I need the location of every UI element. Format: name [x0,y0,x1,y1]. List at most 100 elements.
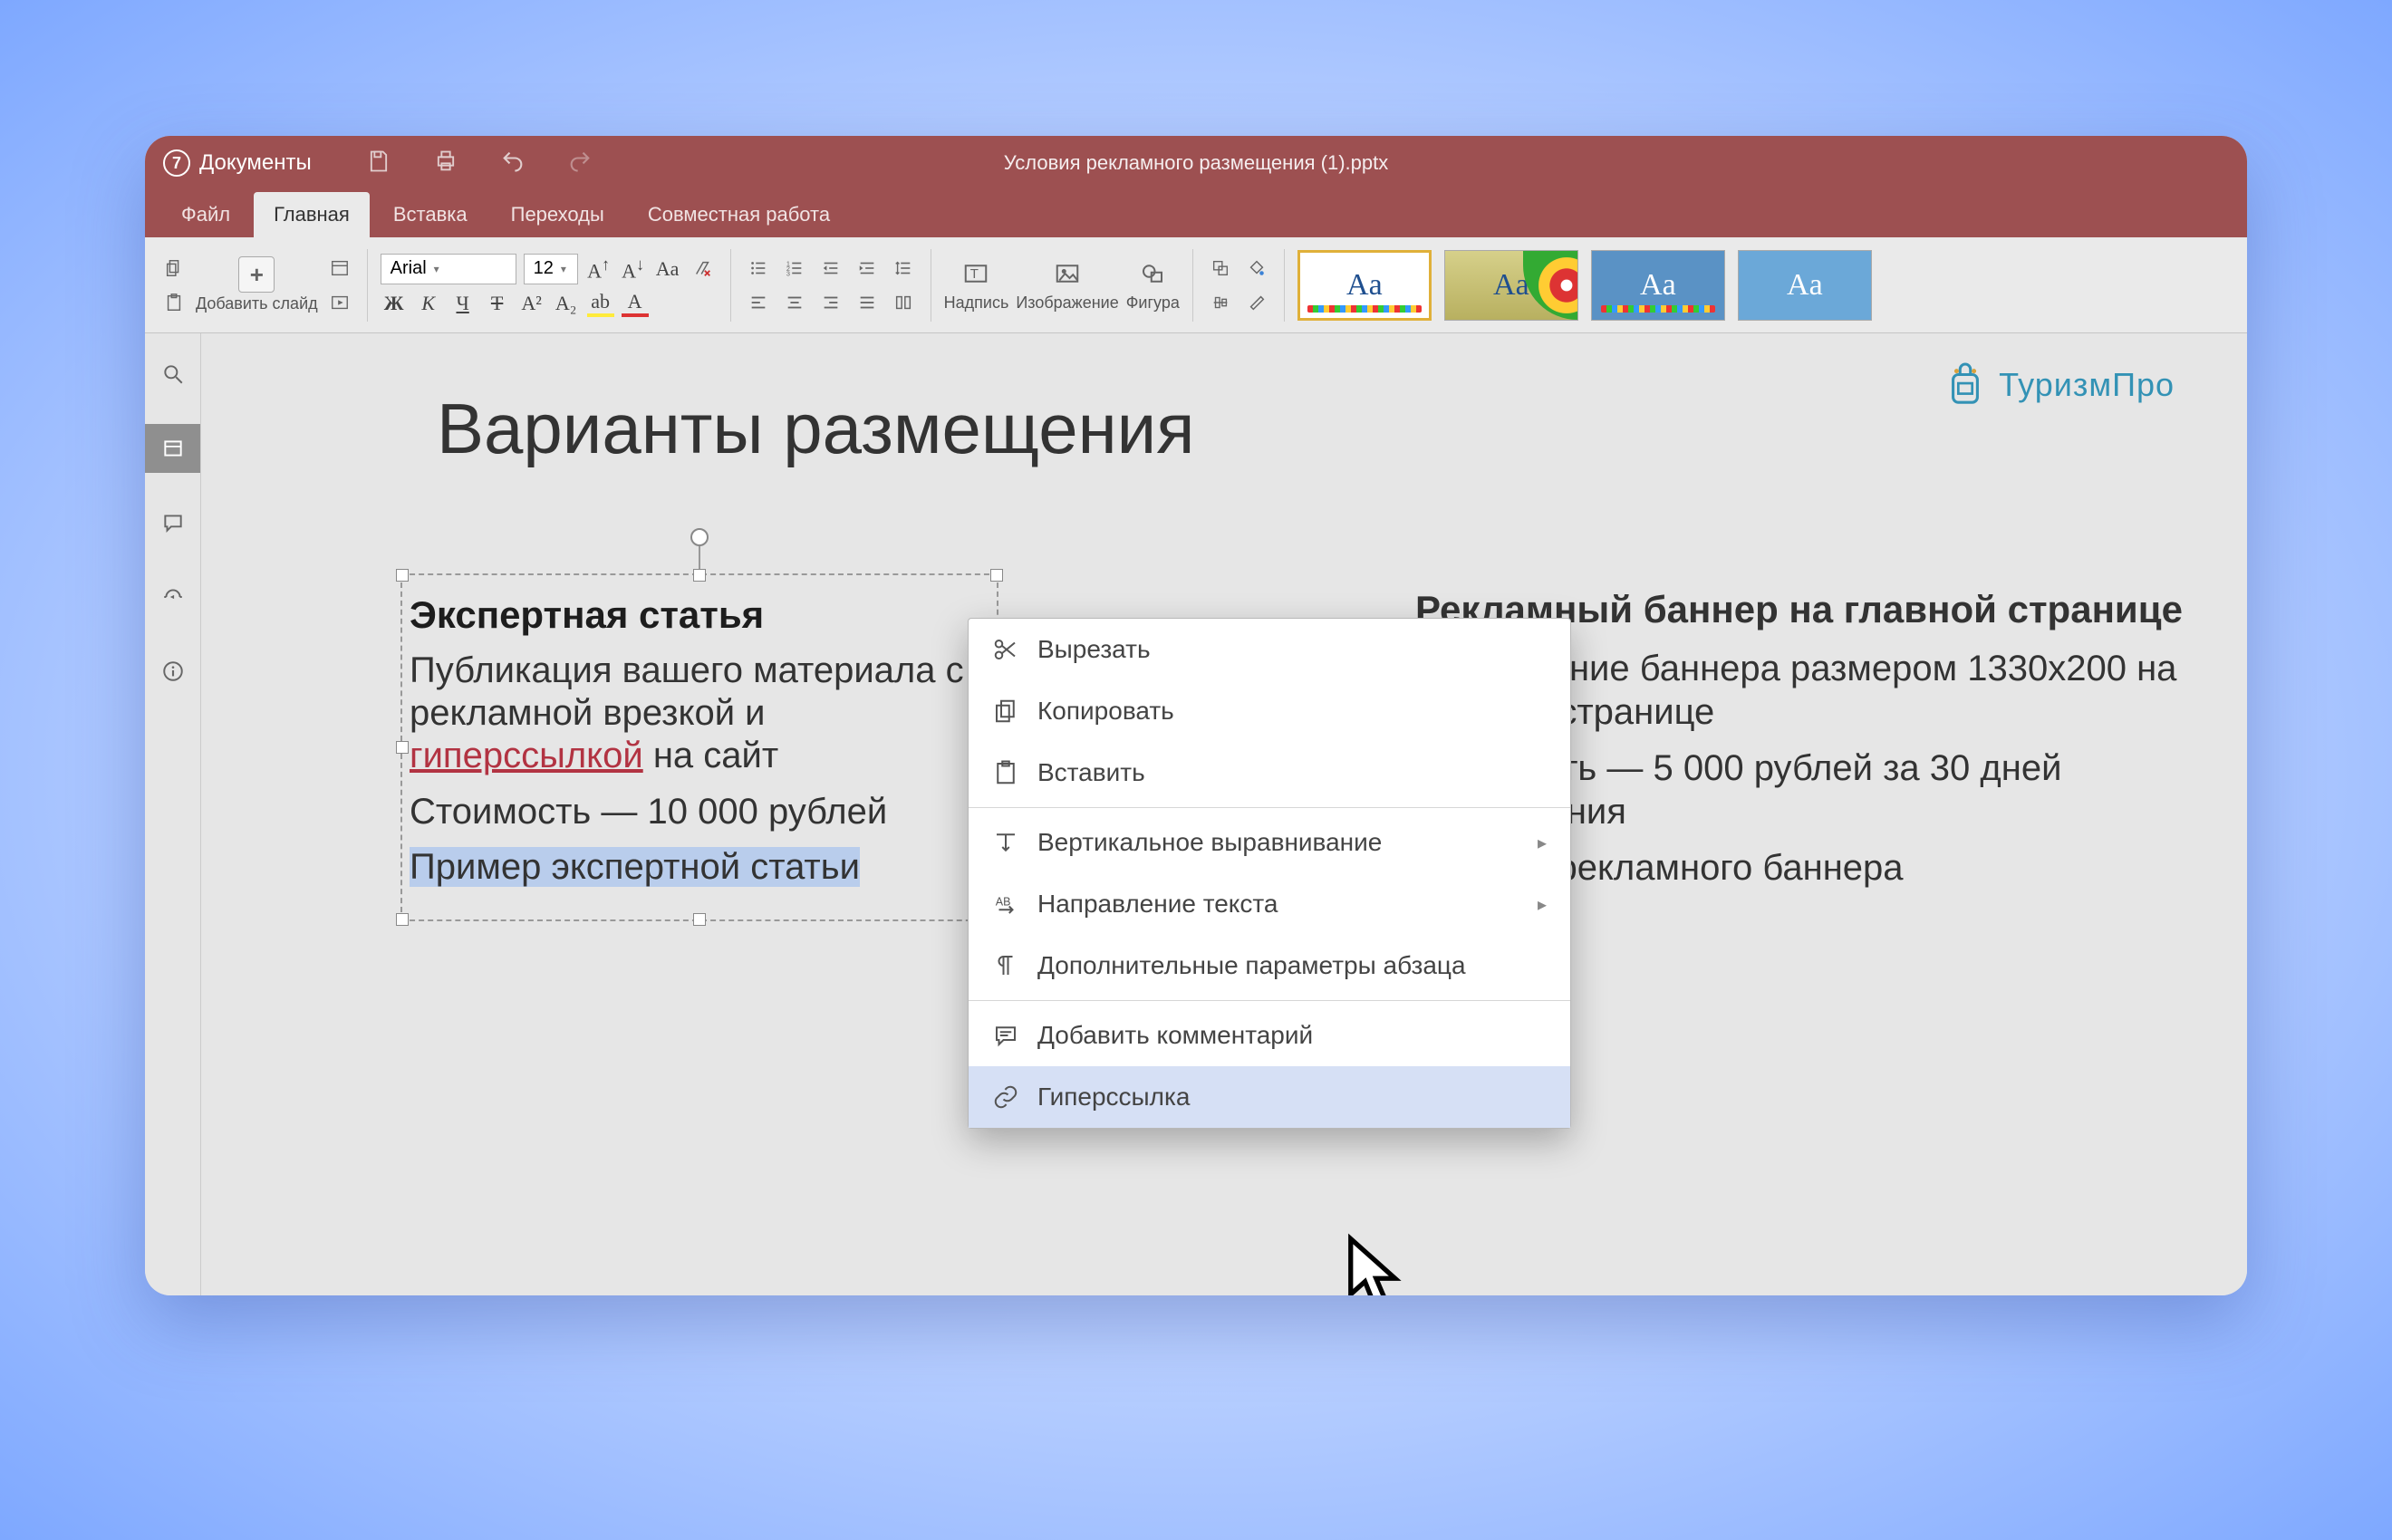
slide-brand-logo: ТуризмПро [1944,361,2175,409]
theme-thumb-1[interactable]: Aa [1297,250,1432,321]
sidebar-slides[interactable] [145,424,200,473]
ctx-vertical-align[interactable]: Вертикальное выравнивание ▸ [969,812,1570,873]
save-icon[interactable] [366,149,391,178]
ctx-paste[interactable]: Вставить [969,742,1570,804]
numbering-icon[interactable]: 123 [780,254,809,283]
font-size-select[interactable]: 12▾ [524,254,578,284]
decrease-font-icon[interactable]: A↓ [620,255,647,283]
sidebar-search[interactable] [145,350,200,399]
sidebar-comments[interactable] [145,498,200,547]
pilcrow-icon [992,952,1019,979]
underline-button[interactable]: Ч [449,292,477,315]
subscript-button[interactable]: A₂ [553,292,580,315]
resize-handle-ml[interactable] [396,741,409,754]
font-color-button[interactable]: A [622,290,649,317]
shape-fill-icon[interactable] [1242,254,1271,283]
columns-icon[interactable] [889,288,918,317]
resize-handle-bm[interactable] [693,913,706,926]
resize-handle-tr[interactable] [990,569,1003,582]
copy-icon[interactable] [159,254,188,283]
rotate-handle[interactable] [690,528,709,546]
chevron-right-icon: ▸ [1538,893,1547,916]
align-right-icon[interactable] [816,288,845,317]
brand-name: ТуризмПро [1999,366,2175,404]
bullets-icon[interactable] [744,254,773,283]
leftbox-heading: Экспертная статья [410,593,989,637]
app-logo-icon: 7 [163,149,190,177]
align-left-icon[interactable] [744,288,773,317]
resize-handle-tm[interactable] [693,569,706,582]
add-slide-button[interactable]: + Добавить слайд [196,256,318,313]
print-icon[interactable] [433,149,458,178]
resize-handle-bl[interactable] [396,913,409,926]
cursor-arrow-icon [1343,1233,1406,1295]
app-label: Документы [199,150,312,176]
textbox-label: Надпись [944,294,1009,313]
image-button[interactable]: Изображение [1016,257,1118,313]
tab-insert[interactable]: Вставка [373,192,487,237]
bold-button[interactable]: Ж [381,292,408,315]
line-spacing-icon[interactable] [889,254,918,283]
align-objects-icon[interactable] [1206,288,1235,317]
increase-indent-icon[interactable] [853,254,882,283]
align-center-icon[interactable] [780,288,809,317]
svg-text:3: 3 [786,269,789,277]
decrease-indent-icon[interactable] [816,254,845,283]
app-brand[interactable]: 7 Документы [163,149,312,177]
italic-button[interactable]: К [415,292,442,315]
resize-handle-tl[interactable] [396,569,409,582]
paste-icon[interactable] [159,288,188,317]
theme-thumb-2[interactable]: Aa [1444,250,1578,321]
backpack-icon [1944,361,1986,409]
document-title: Условия рекламного размещения (1).pptx [1004,151,1388,175]
undo-icon[interactable] [500,149,526,178]
ctx-paragraph-options[interactable]: Дополнительные параметры абзаца [969,935,1570,996]
slide-canvas[interactable]: ТуризмПро Варианты размещения Экспертная… [201,333,2247,1295]
scissors-icon [992,636,1019,663]
highlight-button[interactable]: ab [587,290,614,317]
svg-text:T: T [970,266,979,282]
sidebar-info[interactable] [145,647,200,696]
tab-transitions[interactable]: Переходы [491,192,624,237]
shape-outline-icon[interactable] [1242,288,1271,317]
comment-icon [992,1022,1019,1049]
sidebar-present[interactable] [145,573,200,621]
context-menu: Вырезать Копировать Вставить Вертикально… [968,618,1571,1129]
copy-menu-icon [992,698,1019,725]
tab-file[interactable]: Файл [161,192,250,237]
ctx-copy[interactable]: Копировать [969,680,1570,742]
shape-button[interactable]: Фигура [1126,257,1180,313]
tab-home[interactable]: Главная [254,192,370,237]
font-name-select[interactable]: Arial▾ [381,254,516,284]
leftbox-p3: Пример экспертной статьи [410,846,989,889]
image-label: Изображение [1016,294,1118,313]
text-direction-icon: AB [992,890,1019,918]
ribbon: + Добавить слайд Arial▾ 12▾ A↑ A↓ Aa Ж К… [145,237,2247,333]
theme-thumb-4[interactable]: Aa [1738,250,1872,321]
ctx-add-comment[interactable]: Добавить комментарий [969,1005,1570,1066]
theme-thumb-3[interactable]: Aa [1591,250,1725,321]
play-icon[interactable] [325,288,354,317]
layout-icon[interactable] [325,254,354,283]
textbox-button[interactable]: T Надпись [944,257,1009,313]
ctx-separator [969,1000,1570,1001]
redo-icon[interactable] [567,149,593,178]
leftbox-p1: Публикация вашего материала с рекламной … [410,650,989,778]
clear-format-icon[interactable] [689,255,718,284]
strikethrough-button[interactable]: T [484,292,511,315]
increase-font-icon[interactable]: A↑ [585,255,612,283]
ctx-hyperlink[interactable]: Гиперссылка [969,1066,1570,1128]
align-justify-icon[interactable] [853,288,882,317]
ctx-text-direction[interactable]: AB Направление текста ▸ [969,873,1570,935]
arrange-icon[interactable] [1206,254,1235,283]
change-case-icon[interactable]: Aa [654,257,681,281]
add-slide-label: Добавить слайд [196,294,318,313]
superscript-button[interactable]: A² [518,292,545,315]
ctx-cut[interactable]: Вырезать [969,619,1570,680]
svg-text:AB: AB [996,895,1011,908]
selected-textbox[interactable]: Экспертная статья Публикация вашего мате… [400,573,998,921]
valign-icon [992,829,1019,856]
selected-text: Пример экспертной статьи [410,847,860,887]
tab-collaboration[interactable]: Совместная работа [628,192,850,237]
chevron-right-icon: ▸ [1538,832,1547,854]
